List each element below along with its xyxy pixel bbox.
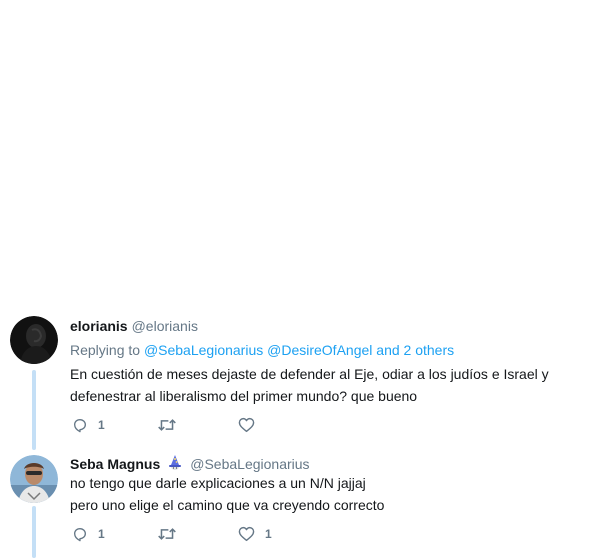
tweet-header: elorianis @elorianis (70, 318, 198, 334)
user-handle[interactable]: @elorianis (132, 318, 198, 334)
retweet-button[interactable] (158, 526, 238, 542)
user-handle[interactable]: @SebaLegionarius (190, 456, 309, 472)
retweet-icon (158, 419, 176, 431)
reply-icon (74, 528, 86, 542)
reply-button[interactable]: 1 (72, 526, 158, 542)
display-name[interactable]: elorianis (70, 318, 128, 334)
retweet-icon (158, 528, 176, 540)
replying-to-label: Replying to (70, 342, 141, 358)
avatar-image-icon (10, 455, 58, 503)
like-button[interactable]: 1 (238, 526, 272, 542)
mention-link[interactable]: @DesireOfAngel (267, 342, 372, 358)
others-link[interactable]: and 2 others (376, 342, 454, 358)
display-name[interactable]: Seba Magnus (70, 456, 160, 472)
tweet[interactable]: Seba Magnus @SebaLegionarius no tengo qu… (0, 445, 592, 558)
retweet-button[interactable] (158, 417, 238, 433)
replying-to: Replying to @SebaLegionarius @DesireOfAn… (70, 342, 454, 358)
reply-icon (74, 419, 86, 433)
reply-count: 1 (98, 418, 105, 432)
tweet-text: En cuestión de meses dejaste de defender… (70, 366, 549, 404)
like-count: 1 (265, 527, 272, 541)
tweet-text: no tengo que darle explicaciones a un N/… (70, 475, 385, 513)
like-icon (238, 526, 255, 542)
tweet[interactable]: elorianis @elorianis Replying to @SebaLeg… (0, 0, 592, 445)
tweet-actions: 1 1 (72, 526, 272, 542)
like-button[interactable] (238, 417, 265, 433)
avatar[interactable] (10, 316, 58, 364)
reply-count: 1 (98, 527, 105, 541)
avatar[interactable] (10, 455, 58, 503)
reply-button[interactable]: 1 (72, 417, 158, 433)
like-icon (238, 417, 255, 433)
tweet-actions: 1 (72, 417, 265, 433)
avatar-image-icon (10, 316, 58, 364)
mention-link[interactable]: @SebaLegionarius (144, 342, 263, 358)
